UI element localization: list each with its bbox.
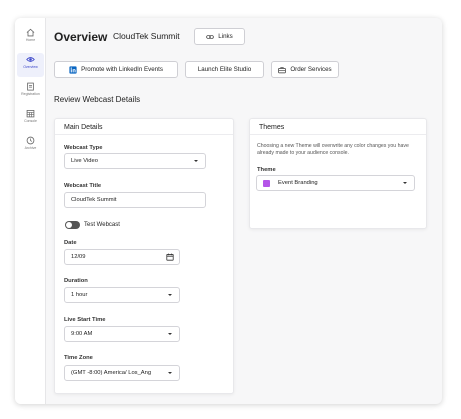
duration-label: Duration — [64, 278, 88, 284]
linkedin-icon — [69, 65, 77, 74]
order-services-button[interactable]: Order Services — [271, 61, 339, 78]
home-icon — [26, 28, 35, 37]
themes-card: Themes Choosing a new Theme will overwri… — [249, 118, 427, 229]
divider — [250, 134, 426, 135]
divider — [55, 134, 233, 135]
sidebar-item-overview[interactable]: Overview — [17, 53, 44, 77]
sidebar-item-registration[interactable]: Registration — [17, 80, 44, 104]
theme-select[interactable]: Event Branding — [256, 175, 415, 191]
chevron-down-icon — [168, 333, 172, 335]
sidebar-item-home[interactable]: Home — [17, 26, 44, 50]
calendar-icon — [26, 110, 35, 118]
briefcase-icon — [278, 66, 287, 73]
time-zone-select[interactable]: (GMT -8:00) America/ Los_Ang — [64, 365, 180, 381]
duration-select[interactable]: 1 hour — [64, 287, 180, 303]
webcast-title-value: CloudTek Summit — [71, 197, 117, 203]
theme-value: Event Branding — [278, 180, 318, 186]
clipboard-icon — [27, 82, 34, 91]
webcast-title-label: Webcast Title — [64, 183, 102, 189]
sidebar-item-archive[interactable]: Archive — [17, 134, 44, 158]
webcast-type-value: Live Video — [71, 158, 98, 164]
test-webcast-toggle[interactable] — [65, 221, 80, 229]
page-title: Overview — [54, 30, 108, 44]
time-zone-value: (GMT -8:00) America/ Los_Ang — [71, 370, 152, 376]
theme-color-swatch — [263, 180, 270, 187]
start-time-label: Live Start Time — [64, 317, 106, 323]
sidebar-item-label: Archive — [24, 146, 37, 150]
sidebar: Home Overview Registration Console Archi… — [15, 18, 46, 404]
sidebar-item-label: Console — [24, 119, 37, 123]
start-time-value: 9:00 AM — [71, 331, 93, 337]
theme-label: Theme — [257, 167, 276, 173]
launch-studio-label: Launch Elite Studio — [197, 66, 252, 73]
date-value: 12/09 — [71, 254, 86, 260]
chevron-down-icon — [194, 160, 198, 162]
section-title: Review Webcast Details — [54, 95, 141, 104]
sidebar-item-label: Overview — [23, 65, 38, 69]
webcast-title-input[interactable]: CloudTek Summit — [64, 192, 206, 208]
app-window: Home Overview Registration Console Archi… — [15, 18, 442, 404]
themes-description: Choosing a new Theme will overwrite any … — [257, 143, 409, 156]
webcast-type-select[interactable]: Live Video — [64, 153, 206, 169]
launch-studio-button[interactable]: Launch Elite Studio — [185, 61, 264, 78]
main-details-heading: Main Details — [64, 124, 103, 131]
main-details-card: Main Details Webcast Type Live Video Web… — [54, 118, 234, 394]
chevron-down-icon — [168, 294, 172, 296]
webcast-type-label: Webcast Type — [64, 145, 103, 151]
eye-icon — [26, 57, 35, 62]
sidebar-item-label: Home — [25, 38, 36, 42]
promote-linkedin-button[interactable]: Promote with LinkedIn Events — [54, 61, 178, 78]
main-content: Overview CloudTek Summit Links Promote w… — [46, 18, 442, 404]
chevron-down-icon — [403, 182, 407, 184]
date-label: Date — [64, 240, 77, 246]
sidebar-item-console[interactable]: Console — [17, 107, 44, 131]
time-zone-label: Time Zone — [64, 355, 93, 361]
links-button[interactable]: Links — [194, 28, 245, 45]
start-time-select[interactable]: 9:00 AM — [64, 326, 180, 342]
sidebar-item-label: Registration — [21, 92, 40, 96]
test-webcast-label: Test Webcast — [84, 222, 120, 228]
calendar-icon[interactable] — [166, 253, 174, 261]
promote-linkedin-label: Promote with LinkedIn Events — [81, 66, 163, 73]
links-button-label: Links — [218, 33, 233, 40]
chevron-down-icon — [168, 372, 172, 374]
date-input[interactable]: 12/09 — [64, 249, 180, 265]
link-icon — [206, 34, 214, 39]
event-name: CloudTek Summit — [113, 31, 180, 41]
history-icon — [26, 136, 35, 145]
duration-value: 1 hour — [71, 292, 88, 298]
order-services-label: Order Services — [290, 66, 332, 73]
themes-heading: Themes — [259, 124, 285, 131]
